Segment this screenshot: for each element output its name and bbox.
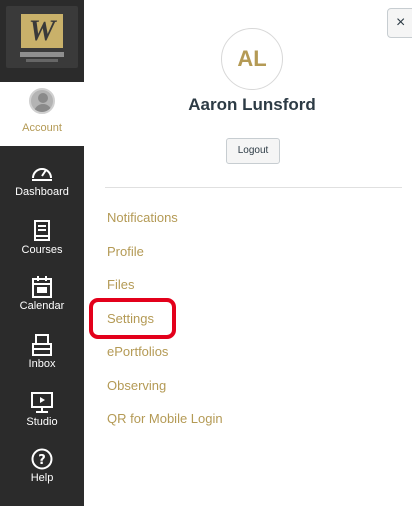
nav-item-calendar[interactable]: Calendar: [0, 270, 84, 328]
nav-item-dashboard[interactable]: Dashboard: [0, 156, 84, 214]
nav-item-account-label: Account: [22, 122, 62, 134]
courses-icon: [34, 220, 50, 241]
nav-item-inbox[interactable]: Inbox: [0, 328, 84, 386]
studio-icon: [31, 392, 53, 413]
nav-item-studio-label: Studio: [26, 416, 58, 428]
nav-item-courses[interactable]: Courses: [0, 214, 84, 272]
inbox-icon: [32, 334, 52, 356]
nav-item-help-label: Help: [30, 472, 54, 484]
calendar-icon: [32, 276, 52, 298]
logo-caption-sub: [26, 59, 58, 62]
close-tray-button[interactable]: ×: [387, 8, 412, 38]
global-navigation: W Account Dashboard Courses Calendar Inb…: [0, 0, 84, 506]
menu-link-observing[interactable]: Observing: [107, 376, 223, 410]
user-name: Aaron Lunsford: [188, 95, 316, 114]
nav-item-inbox-label: Inbox: [28, 358, 56, 370]
logo-caption: [20, 52, 64, 57]
logout-button[interactable]: Logout: [226, 138, 280, 164]
tray-divider: [105, 187, 402, 188]
institution-logo[interactable]: W: [6, 6, 78, 68]
logo-mark: W: [21, 14, 63, 48]
user-avatar: AL: [221, 28, 283, 90]
nav-item-help[interactable]: ? Help: [0, 442, 84, 500]
nav-item-courses-label: Courses: [21, 244, 63, 256]
menu-link-qr-login[interactable]: QR for Mobile Login: [107, 409, 223, 443]
close-icon: ×: [396, 14, 406, 31]
menu-link-eportfolios[interactable]: ePortfolios: [107, 342, 223, 376]
help-icon: ?: [31, 448, 53, 470]
nav-item-dashboard-label: Dashboard: [15, 186, 69, 198]
menu-link-profile[interactable]: Profile: [107, 242, 223, 276]
menu-link-notifications[interactable]: Notifications: [107, 208, 223, 242]
account-avatar-icon: [29, 88, 55, 114]
nav-item-calendar-label: Calendar: [19, 300, 65, 312]
nav-item-studio[interactable]: Studio: [0, 386, 84, 444]
svg-text:?: ?: [38, 453, 46, 468]
nav-item-account[interactable]: Account: [0, 82, 84, 146]
settings-highlight-box: [89, 298, 176, 339]
dashboard-icon: [32, 168, 52, 181]
